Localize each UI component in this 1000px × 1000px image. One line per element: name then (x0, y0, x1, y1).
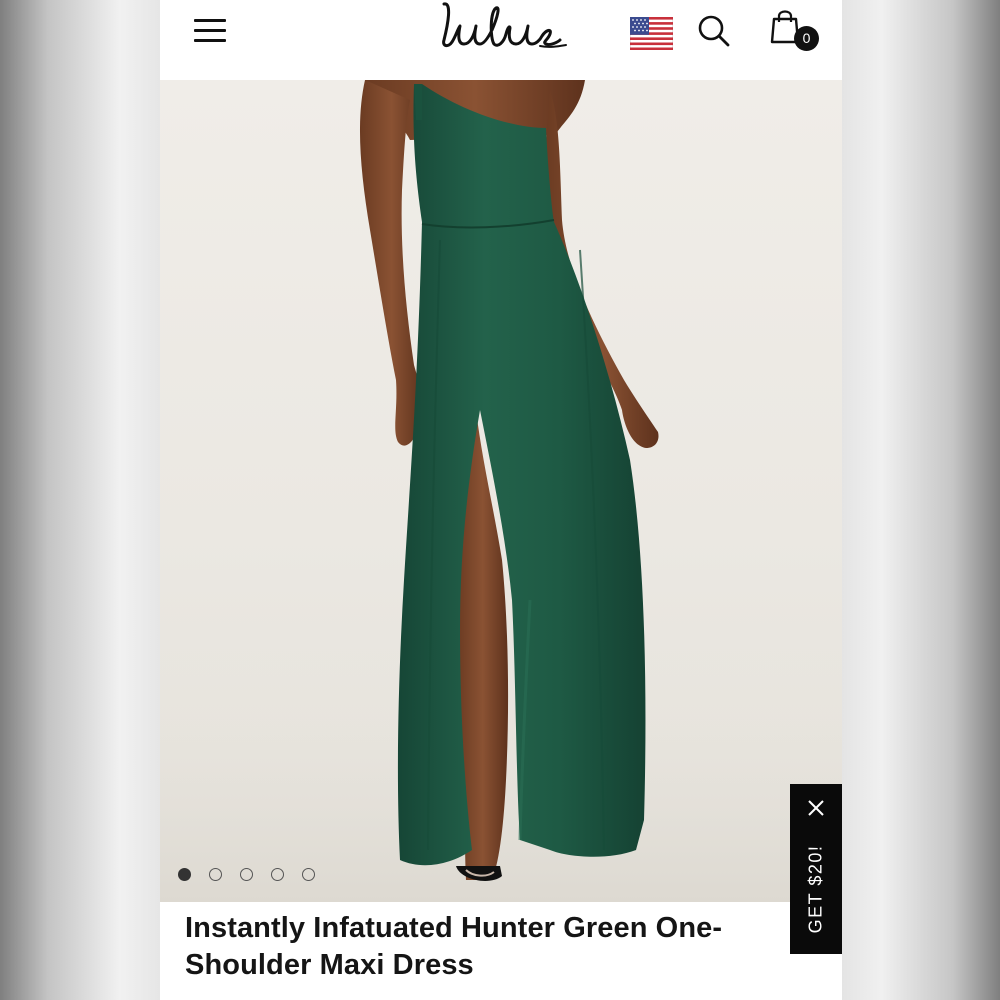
cart-count-badge: 0 (794, 26, 819, 51)
product-title-line-2: Shoulder Maxi Dress (185, 949, 474, 981)
carousel-dot-4[interactable] (271, 868, 284, 881)
left-blur-margin (0, 0, 160, 1000)
promo-label: GET $20! (805, 844, 826, 934)
carousel-dot-1[interactable] (178, 868, 191, 881)
carousel-dot-3[interactable] (240, 868, 253, 881)
cart-button[interactable]: 0 (768, 9, 819, 55)
close-icon[interactable] (806, 798, 826, 818)
product-image[interactable] (160, 80, 842, 902)
product-title-line-1: Instantly Infatuated Hunter Green One- (185, 912, 723, 944)
search-icon[interactable] (696, 13, 732, 49)
get-20-promo-tab[interactable]: GET $20! (790, 784, 842, 954)
site-header: 0 (160, 0, 842, 80)
carousel-dot-5[interactable] (302, 868, 315, 881)
lulus-logo[interactable] (432, 0, 568, 60)
mobile-page: 0 Instantly Infatuated Hunter Green One-… (160, 0, 842, 1000)
us-flag-icon[interactable] (630, 17, 673, 50)
carousel-dot-2[interactable] (209, 868, 222, 881)
right-blur-margin (842, 0, 1000, 1000)
dress-photo (160, 80, 842, 902)
hamburger-menu-icon[interactable] (194, 16, 228, 44)
product-title: Instantly Infatuated Hunter Green One- S… (185, 910, 785, 984)
